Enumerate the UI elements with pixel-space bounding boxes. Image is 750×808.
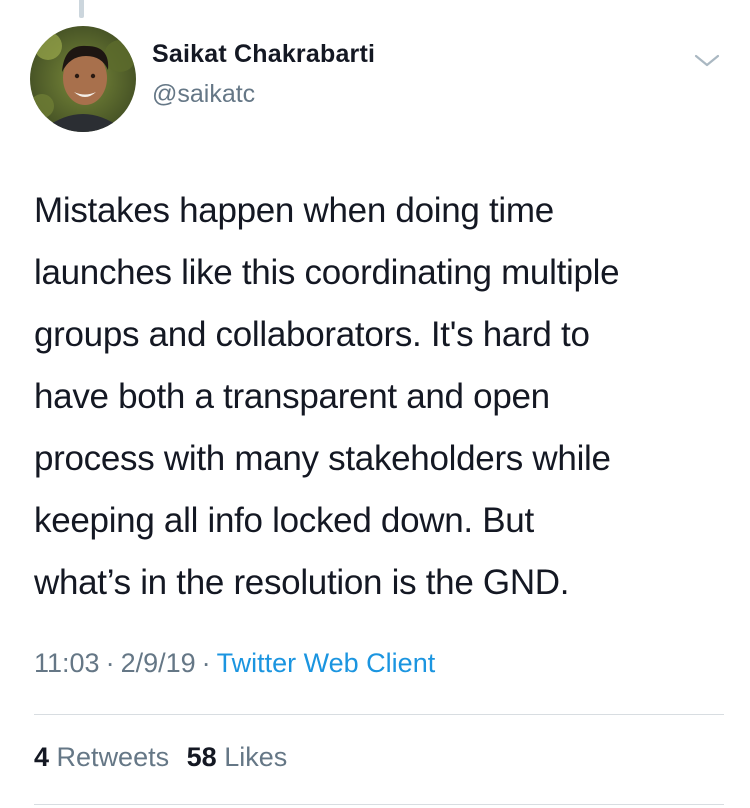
divider	[34, 714, 724, 715]
tweet-time[interactable]: 11:03	[34, 648, 100, 678]
tweet-text: Mistakes happen when doing time launches…	[34, 191, 620, 602]
author-handle[interactable]: @saikatc	[152, 80, 255, 109]
thread-connector-line	[79, 0, 84, 18]
tweet-source-link[interactable]: Twitter Web Client	[217, 648, 436, 678]
avatar[interactable]	[30, 26, 136, 132]
likes-stat[interactable]: 58 Likes	[187, 742, 288, 772]
likes-label: Likes	[224, 742, 288, 772]
author-name[interactable]: Saikat Chakrabarti	[152, 40, 375, 69]
retweets-label: Retweets	[56, 742, 170, 772]
avatar-photo	[30, 26, 136, 132]
tweet-stats: 4 Retweets 58 Likes	[34, 742, 287, 773]
chevron-down-icon[interactable]	[690, 48, 724, 72]
divider	[34, 804, 724, 805]
tweet-date[interactable]: 2/9/19	[121, 648, 196, 678]
likes-count: 58	[186, 742, 217, 772]
tweet-metadata: 11:03 · 2/9/19 · Twitter Web Client	[34, 648, 435, 679]
meta-separator: ·	[201, 648, 211, 678]
retweets-stat[interactable]: 4 Retweets	[34, 742, 169, 772]
retweets-count: 4	[34, 742, 50, 772]
meta-separator: ·	[105, 648, 115, 678]
